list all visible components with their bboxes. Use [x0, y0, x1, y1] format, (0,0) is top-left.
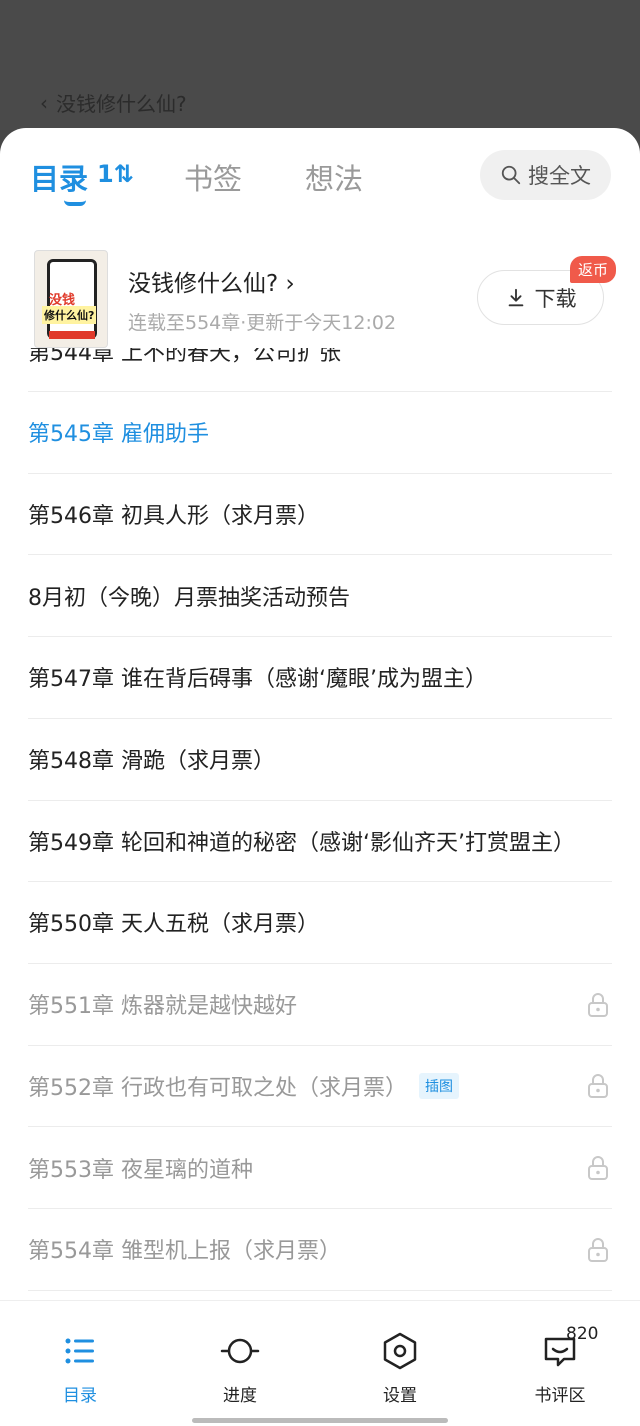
- reader-book-title: 没钱修什么仙?: [56, 92, 187, 116]
- catalog-sheet: 目录 1⇅ 书签 想法 搜全文 没钱 修什么仙? 没钱修什么仙? › 连载至55…: [0, 128, 640, 1426]
- chapter-item[interactable]: 第552章 行政也有可取之处（求月票） 插图: [28, 1045, 612, 1128]
- book-info: 没钱 修什么仙? 没钱修什么仙? › 连载至554章·更新于今天12:02 下载…: [0, 238, 640, 358]
- tab-catalog[interactable]: 目录: [30, 156, 88, 198]
- progress-icon: [220, 1338, 260, 1364]
- illustration-tag: 插图: [419, 1072, 459, 1099]
- lock-icon: [588, 1074, 608, 1099]
- nav-comments[interactable]: 书评区: [480, 1301, 640, 1421]
- bottom-nav: 目录 进度 设置 书评区: [0, 1300, 640, 1426]
- list-icon: [65, 1338, 94, 1364]
- chapter-item[interactable]: 8月初（今晚）月票抽奖活动预告: [28, 555, 612, 638]
- book-cover[interactable]: 没钱 修什么仙?: [34, 250, 108, 348]
- tab-bar: 目录 1⇅ 书签 想法 搜全文: [0, 128, 640, 228]
- lock-icon: [588, 992, 608, 1017]
- settings-icon: [383, 1332, 417, 1370]
- reader-back-button[interactable]: ‹ 没钱修什么仙?: [40, 88, 187, 117]
- rebate-badge: 返币: [570, 256, 617, 283]
- nav-settings-label: 设置: [383, 1386, 417, 1406]
- nav-catalog-label: 目录: [63, 1386, 97, 1406]
- book-title: 没钱修什么仙?: [128, 271, 279, 297]
- chapter-title: 第553章 夜星璃的道种: [28, 1157, 253, 1183]
- download-label: 下载: [534, 286, 577, 311]
- search-icon: [501, 165, 521, 185]
- chapter-item[interactable]: 第554章 雏型机上报（求月票）: [28, 1209, 612, 1291]
- book-title-link[interactable]: 没钱修什么仙? ›: [128, 264, 295, 298]
- nav-progress[interactable]: 进度: [160, 1301, 320, 1421]
- chevron-left-icon: ‹: [40, 90, 48, 115]
- search-label: 搜全文: [528, 164, 591, 188]
- chapter-title: 第548章 滑跪（求月票）: [28, 749, 275, 774]
- cover-red-bar: [49, 331, 95, 339]
- chapter-item[interactable]: 第545章 雇佣助手: [28, 392, 612, 474]
- cover-text-2: 修什么仙?: [42, 306, 97, 324]
- lock-icon: [588, 1156, 608, 1180]
- chapter-item[interactable]: 第548章 滑跪（求月票）: [28, 719, 612, 801]
- chapter-item[interactable]: 第547章 谁在背后碍事（感谢‘魔眼’成为盟主）: [28, 637, 612, 719]
- lock-icon: [588, 1237, 608, 1262]
- chapter-item[interactable]: 第553章 夜星璃的道种: [28, 1127, 612, 1209]
- nav-catalog[interactable]: 目录: [0, 1301, 160, 1421]
- home-indicator[interactable]: [192, 1418, 448, 1423]
- chapter-item[interactable]: 第550章 天人五税（求月票）: [28, 882, 612, 964]
- chapter-title: 第546章 初具人形（求月票）: [28, 503, 319, 529]
- chapter-title: 第554章 雏型机上报（求月票）: [28, 1239, 341, 1265]
- chapter-title: 第549章 轮回和神道的秘密（感谢‘影仙齐天’打赏盟主）: [28, 830, 575, 856]
- chevron-right-icon: ›: [285, 271, 295, 297]
- chapter-item[interactable]: 第551章 炼器就是越快越好: [28, 964, 612, 1046]
- active-tab-indicator: [64, 200, 86, 206]
- chapter-title: 第547章 谁在背后碍事（感谢‘魔眼’成为盟主）: [28, 667, 487, 693]
- search-fulltext-button[interactable]: 搜全文: [480, 150, 611, 200]
- comment-count-badge: 820: [566, 1324, 599, 1344]
- chapter-title: 第550章 天人五税（求月票）: [28, 912, 319, 938]
- chapter-list: 第544章 上不的春天，公司扩张第545章 雇佣助手第546章 初具人形（求月票…: [0, 348, 640, 1298]
- download-icon: [508, 288, 523, 306]
- chapter-item[interactable]: 第546章 初具人形（求月票）: [28, 473, 612, 556]
- book-status: 连载至554章·更新于今天12:02: [128, 312, 397, 334]
- chapter-title: 第551章 炼器就是越快越好: [28, 994, 297, 1020]
- chapter-title: 8月初（今晚）月票抽奖活动预告: [28, 585, 350, 611]
- chapter-title: 第544章 上不的春天，公司扩张: [28, 348, 341, 366]
- nav-settings[interactable]: 设置: [320, 1301, 480, 1421]
- chapter-title: 第552章 行政也有可取之处（求月票）: [28, 1075, 407, 1101]
- nav-progress-label: 进度: [223, 1386, 257, 1406]
- tab-bookmarks[interactable]: 书签: [184, 156, 242, 198]
- chapter-item[interactable]: 第549章 轮回和神道的秘密（感谢‘影仙齐天’打赏盟主）: [28, 800, 612, 883]
- chapter-title: 第545章 雇佣助手: [28, 422, 209, 448]
- chapter-item[interactable]: 第544章 上不的春天，公司扩张: [28, 348, 612, 392]
- tab-thoughts[interactable]: 想法: [305, 156, 363, 198]
- nav-comments-label: 书评区: [534, 1386, 586, 1406]
- sort-order-icon[interactable]: 1⇅: [97, 160, 134, 188]
